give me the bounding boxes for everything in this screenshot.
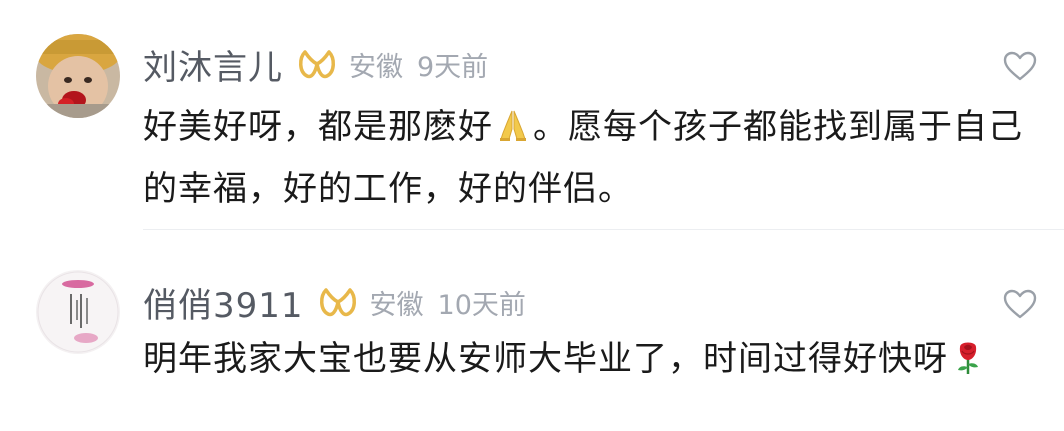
comment-list: 刘沐言儿 安徽 9天前 好美好呀，都是那麽好 。愿每个孩子都能找到属于自己的幸福… — [0, 0, 1064, 431]
comment-text-part: 明年我家大宝也要从安师大毕业了，时间过得好快呀 — [143, 339, 948, 379]
gold-badge-icon — [299, 50, 335, 79]
comment-text: 好美好呀，都是那麽好 。愿每个孩子都能找到属于自己的幸福，好的工作，好的伴侣。 — [143, 96, 1043, 220]
username[interactable]: 俏俏3911 — [143, 278, 304, 327]
timestamp: 9天前 — [417, 51, 489, 83]
location: 安徽 — [349, 51, 403, 83]
comment-header: 刘沐言儿 安徽 9天前 — [143, 40, 488, 88]
praying-hands-icon — [500, 110, 526, 141]
heart-icon[interactable] — [1002, 288, 1038, 320]
comment-text-part: 好美好呀，都是那麽好 — [143, 107, 493, 147]
avatar[interactable] — [36, 270, 120, 354]
comment-item: 刘沐言儿 安徽 9天前 好美好呀，都是那麽好 。愿每个孩子都能找到属于自己的幸福… — [0, 0, 1064, 230]
comment-item: 俏俏3911 安徽 10天前 明年我家大宝也要从安师大毕业了，时间过得好快呀 — [0, 230, 1064, 431]
location: 安徽 — [369, 289, 424, 321]
username[interactable]: 刘沐言儿 — [143, 40, 283, 89]
rose-icon — [958, 342, 978, 374]
gold-badge-icon — [319, 288, 356, 317]
avatar[interactable] — [36, 34, 120, 118]
timestamp: 10天前 — [437, 289, 526, 321]
heart-icon[interactable] — [1002, 50, 1038, 82]
comment-text: 明年我家大宝也要从安师大毕业了，时间过得好快呀 — [143, 328, 1043, 390]
comment-header: 俏俏3911 安徽 10天前 — [143, 278, 526, 326]
